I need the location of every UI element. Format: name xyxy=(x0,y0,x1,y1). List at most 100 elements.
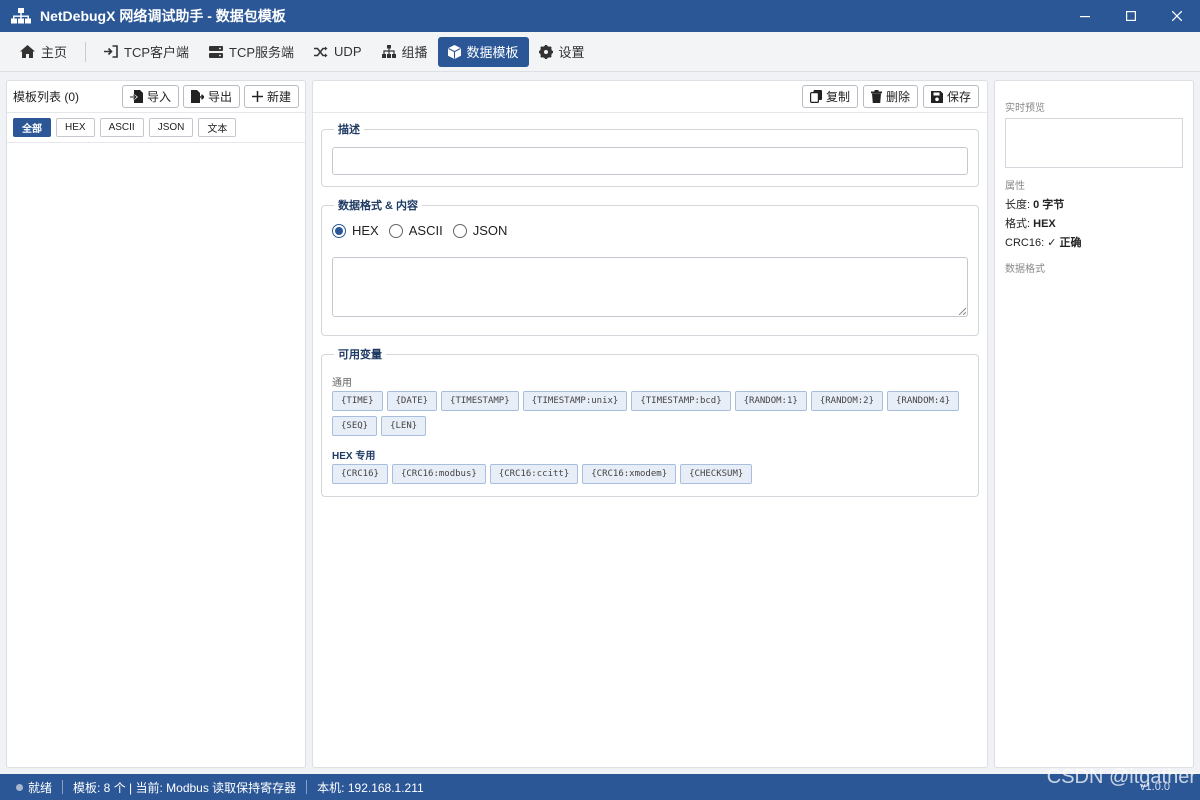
template-list-title: 模板列表 (0) xyxy=(13,90,80,104)
filter-json[interactable]: JSON xyxy=(148,118,194,137)
new-template-button-label: 新建 xyxy=(266,90,291,104)
sitemap-icon xyxy=(381,45,396,58)
shuffle-icon xyxy=(314,46,328,57)
description-input[interactable] xyxy=(332,147,968,175)
nav-multicast-label: 组播 xyxy=(401,45,428,60)
status-local-ip: 本机: 192.168.1.211 xyxy=(317,780,424,795)
save-button-label: 保存 xyxy=(946,90,971,104)
delete-button[interactable]: 删除 xyxy=(862,85,918,108)
copy-icon xyxy=(809,90,822,103)
nav-tcp-client[interactable]: TCP客户端 xyxy=(94,37,199,67)
main-nav: 主页 TCP客户端 TCP服务端 UDP 组播 数据模板 设置 xyxy=(0,32,1200,72)
nav-divider xyxy=(85,41,87,62)
home-icon xyxy=(20,45,35,58)
filter-hex[interactable]: HEX xyxy=(56,118,95,137)
variables-legend: 可用变量 xyxy=(338,349,382,361)
close-icon xyxy=(1172,11,1182,21)
nav-data-template-label: 数据模板 xyxy=(466,45,519,60)
save-button[interactable]: 保存 xyxy=(922,85,979,108)
var-chip-len[interactable]: {LEN} xyxy=(381,416,427,436)
nav-multicast[interactable]: 组播 xyxy=(372,37,438,67)
format-radio-hex[interactable] xyxy=(332,223,346,238)
var-chip-timestamp[interactable]: {TIMESTAMP} xyxy=(441,391,519,411)
status-state: 就绪 xyxy=(28,780,53,795)
nav-udp-label: UDP xyxy=(334,44,362,59)
close-button[interactable] xyxy=(1154,0,1200,32)
import-button[interactable]: 导入 xyxy=(121,85,179,108)
preview-label: 实时预览 xyxy=(1005,103,1045,114)
cube-icon xyxy=(447,44,461,59)
format-radio-hex-label: HEX xyxy=(352,223,379,238)
nav-settings[interactable]: 设置 xyxy=(529,37,595,67)
general-vars-row-2: {SEQ} {LEN} xyxy=(332,416,427,436)
import-button-label: 导入 xyxy=(146,90,171,104)
server-icon xyxy=(209,45,224,58)
variables-group: 可用变量 通用 {TIME} {DATE} {TIMESTAMP} {TIMES… xyxy=(321,346,979,497)
prop-format-key: 格式: xyxy=(1005,218,1031,230)
export-file-icon xyxy=(190,90,204,103)
trash-icon xyxy=(870,90,882,103)
status-indicator-icon xyxy=(16,783,23,791)
nav-home-label: 主页 xyxy=(41,45,68,60)
description-group: 描述 xyxy=(321,121,979,187)
var-chip-random-2[interactable]: {RANDOM:2} xyxy=(810,391,883,411)
gear-icon xyxy=(538,44,553,59)
general-vars-row-1: {TIME} {DATE} {TIMESTAMP} {TIMESTAMP:uni… xyxy=(332,391,960,411)
format-radio-ascii[interactable] xyxy=(388,223,403,238)
nav-data-template[interactable]: 数据模板 xyxy=(437,36,529,67)
template-list[interactable] xyxy=(7,144,305,767)
status-divider xyxy=(62,780,64,794)
maximize-icon xyxy=(1126,11,1136,21)
prop-crc16-value: ✓ 正确 xyxy=(1047,237,1082,249)
resize-grip-icon[interactable] xyxy=(958,307,966,315)
preview-box xyxy=(1005,118,1183,168)
import-file-icon xyxy=(129,90,143,103)
status-bar: 就绪 模板: 8 个 | 当前: Modbus 读取保持寄存器 本机: 192.… xyxy=(0,774,1200,800)
properties-label: 属性 xyxy=(1005,181,1025,192)
nav-tcp-server-label: TCP服务端 xyxy=(229,45,295,60)
preview-panel: 实时预览 属性 长度: 0 字节 格式: HEX CRC16: ✓ 正确 数据格… xyxy=(994,80,1194,768)
template-filter-bar: 全部 HEX ASCII JSON 文本 xyxy=(7,113,305,143)
prop-length-value: 0 字节 xyxy=(1033,199,1065,211)
var-chip-crc16-ccitt[interactable]: {CRC16:ccitt} xyxy=(489,464,579,484)
template-list-panel: 模板列表 (0) 导入 导出 新建 全部 HEX ASCII JSON 文本 xyxy=(6,80,306,768)
var-chip-crc16[interactable]: {CRC16} xyxy=(332,464,388,484)
window-title: NetDebugX 网络调试助手 - 数据包模板 xyxy=(40,8,286,24)
maximize-button[interactable] xyxy=(1108,0,1154,32)
var-chip-timestamp-bcd[interactable]: {TIMESTAMP:bcd} xyxy=(631,391,731,411)
var-chip-random-4[interactable]: {RANDOM:4} xyxy=(887,391,960,411)
minimize-button[interactable] xyxy=(1062,0,1108,32)
nav-home[interactable]: 主页 xyxy=(10,37,77,67)
prop-format-value: HEX xyxy=(1033,218,1056,230)
filter-all[interactable]: 全部 xyxy=(13,118,51,137)
export-button[interactable]: 导出 xyxy=(182,85,240,108)
format-radio-json-label: JSON xyxy=(472,223,508,238)
copy-button[interactable]: 复制 xyxy=(801,85,858,108)
format-radio-ascii-label: ASCII xyxy=(408,223,443,238)
editor-toolbar: 复制 删除 保存 xyxy=(313,81,987,113)
var-chip-random-1[interactable]: {RANDOM:1} xyxy=(734,391,807,411)
content-textarea[interactable] xyxy=(332,257,968,317)
filter-text[interactable]: 文本 xyxy=(198,118,237,137)
floppy-disk-icon xyxy=(930,90,943,103)
nav-udp[interactable]: UDP xyxy=(304,37,371,67)
csdn-watermark: CSDN @itgather xyxy=(1046,766,1196,788)
filter-ascii[interactable]: ASCII xyxy=(99,118,144,137)
var-chip-crc16-xmodem[interactable]: {CRC16:xmodem} xyxy=(582,464,677,484)
nav-tcp-server[interactable]: TCP服务端 xyxy=(199,37,304,67)
plus-icon xyxy=(251,91,263,102)
var-chip-time[interactable]: {TIME} xyxy=(332,391,383,411)
prop-crc16: CRC16: ✓ 正确 xyxy=(1005,234,1081,250)
nav-tcp-client-label: TCP客户端 xyxy=(124,45,190,60)
var-chip-seq[interactable]: {SEQ} xyxy=(332,416,378,436)
prop-length: 长度: 0 字节 xyxy=(1005,196,1064,212)
new-template-button[interactable]: 新建 xyxy=(243,85,299,108)
var-chip-date[interactable]: {DATE} xyxy=(386,391,438,411)
format-radio-group: HEX ASCII JSON xyxy=(332,223,511,238)
prop-crc16-key: CRC16: xyxy=(1005,237,1045,249)
var-chip-timestamp-unix[interactable]: {TIMESTAMP:unix} xyxy=(522,391,628,411)
format-radio-json[interactable] xyxy=(452,223,467,238)
var-chip-checksum[interactable]: {CHECKSUM} xyxy=(680,464,753,484)
copy-button-label: 复制 xyxy=(825,90,850,104)
var-chip-crc16-modbus[interactable]: {CRC16:modbus} xyxy=(391,464,486,484)
